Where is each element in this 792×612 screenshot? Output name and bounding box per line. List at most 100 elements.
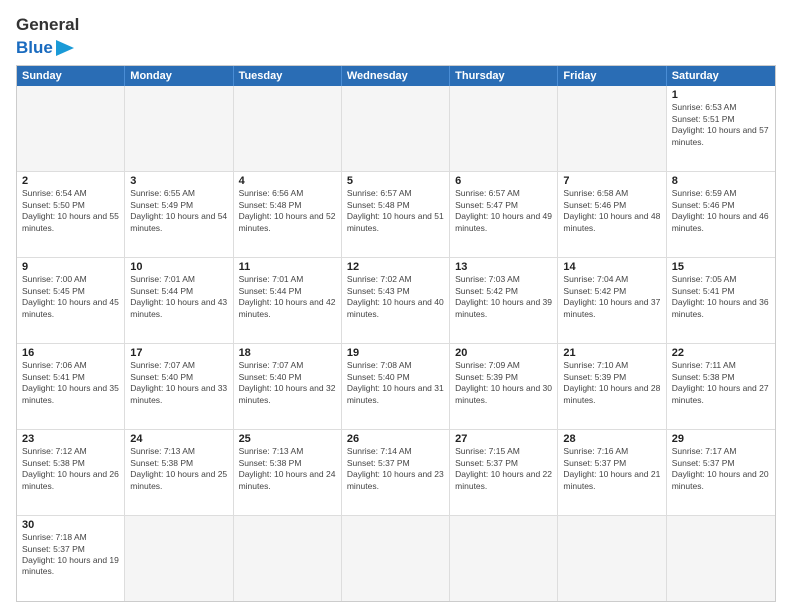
day-info: Sunrise: 7:10 AM Sunset: 5:39 PM Dayligh… bbox=[563, 360, 660, 406]
day-info: Sunrise: 7:06 AM Sunset: 5:41 PM Dayligh… bbox=[22, 360, 119, 406]
day-info: Sunrise: 6:57 AM Sunset: 5:47 PM Dayligh… bbox=[455, 188, 552, 234]
day-cell-18: 18Sunrise: 7:07 AM Sunset: 5:40 PM Dayli… bbox=[234, 344, 342, 429]
day-number: 7 bbox=[563, 175, 660, 187]
calendar-row-3: 9Sunrise: 7:00 AM Sunset: 5:45 PM Daylig… bbox=[17, 258, 775, 344]
day-number: 20 bbox=[455, 347, 552, 359]
weekday-header-friday: Friday bbox=[558, 66, 666, 86]
day-cell-29: 29Sunrise: 7:17 AM Sunset: 5:37 PM Dayli… bbox=[667, 430, 775, 515]
day-number: 11 bbox=[239, 261, 336, 273]
calendar: SundayMondayTuesdayWednesdayThursdayFrid… bbox=[16, 65, 776, 602]
logo-blue: Blue bbox=[16, 39, 53, 58]
day-info: Sunrise: 7:03 AM Sunset: 5:42 PM Dayligh… bbox=[455, 274, 552, 320]
day-number: 21 bbox=[563, 347, 660, 359]
empty-cell bbox=[17, 86, 125, 171]
day-number: 3 bbox=[130, 175, 227, 187]
day-cell-2: 2Sunrise: 6:54 AM Sunset: 5:50 PM Daylig… bbox=[17, 172, 125, 257]
day-info: Sunrise: 6:55 AM Sunset: 5:49 PM Dayligh… bbox=[130, 188, 227, 234]
day-cell-10: 10Sunrise: 7:01 AM Sunset: 5:44 PM Dayli… bbox=[125, 258, 233, 343]
day-info: Sunrise: 6:56 AM Sunset: 5:48 PM Dayligh… bbox=[239, 188, 336, 234]
empty-cell bbox=[450, 516, 558, 601]
day-info: Sunrise: 7:07 AM Sunset: 5:40 PM Dayligh… bbox=[239, 360, 336, 406]
day-info: Sunrise: 6:57 AM Sunset: 5:48 PM Dayligh… bbox=[347, 188, 444, 234]
calendar-body: 1Sunrise: 6:53 AM Sunset: 5:51 PM Daylig… bbox=[17, 86, 775, 601]
day-cell-11: 11Sunrise: 7:01 AM Sunset: 5:44 PM Dayli… bbox=[234, 258, 342, 343]
calendar-row-1: 1Sunrise: 6:53 AM Sunset: 5:51 PM Daylig… bbox=[17, 86, 775, 172]
day-number: 30 bbox=[22, 519, 119, 531]
day-number: 14 bbox=[563, 261, 660, 273]
day-info: Sunrise: 7:05 AM Sunset: 5:41 PM Dayligh… bbox=[672, 274, 770, 320]
day-number: 9 bbox=[22, 261, 119, 273]
calendar-row-2: 2Sunrise: 6:54 AM Sunset: 5:50 PM Daylig… bbox=[17, 172, 775, 258]
empty-cell bbox=[450, 86, 558, 171]
weekday-header-tuesday: Tuesday bbox=[234, 66, 342, 86]
day-number: 15 bbox=[672, 261, 770, 273]
day-number: 5 bbox=[347, 175, 444, 187]
day-info: Sunrise: 7:18 AM Sunset: 5:37 PM Dayligh… bbox=[22, 532, 119, 578]
weekday-header-monday: Monday bbox=[125, 66, 233, 86]
calendar-row-6: 30Sunrise: 7:18 AM Sunset: 5:37 PM Dayli… bbox=[17, 516, 775, 601]
day-info: Sunrise: 7:02 AM Sunset: 5:43 PM Dayligh… bbox=[347, 274, 444, 320]
day-cell-12: 12Sunrise: 7:02 AM Sunset: 5:43 PM Dayli… bbox=[342, 258, 450, 343]
day-cell-19: 19Sunrise: 7:08 AM Sunset: 5:40 PM Dayli… bbox=[342, 344, 450, 429]
empty-cell bbox=[342, 516, 450, 601]
day-cell-20: 20Sunrise: 7:09 AM Sunset: 5:39 PM Dayli… bbox=[450, 344, 558, 429]
empty-cell bbox=[125, 516, 233, 601]
day-cell-5: 5Sunrise: 6:57 AM Sunset: 5:48 PM Daylig… bbox=[342, 172, 450, 257]
day-number: 19 bbox=[347, 347, 444, 359]
day-number: 29 bbox=[672, 433, 770, 445]
day-cell-22: 22Sunrise: 7:11 AM Sunset: 5:38 PM Dayli… bbox=[667, 344, 775, 429]
day-info: Sunrise: 7:04 AM Sunset: 5:42 PM Dayligh… bbox=[563, 274, 660, 320]
day-number: 2 bbox=[22, 175, 119, 187]
day-info: Sunrise: 6:59 AM Sunset: 5:46 PM Dayligh… bbox=[672, 188, 770, 234]
calendar-row-4: 16Sunrise: 7:06 AM Sunset: 5:41 PM Dayli… bbox=[17, 344, 775, 430]
day-number: 8 bbox=[672, 175, 770, 187]
day-cell-23: 23Sunrise: 7:12 AM Sunset: 5:38 PM Dayli… bbox=[17, 430, 125, 515]
day-info: Sunrise: 7:01 AM Sunset: 5:44 PM Dayligh… bbox=[239, 274, 336, 320]
day-number: 23 bbox=[22, 433, 119, 445]
day-number: 18 bbox=[239, 347, 336, 359]
day-cell-3: 3Sunrise: 6:55 AM Sunset: 5:49 PM Daylig… bbox=[125, 172, 233, 257]
weekday-header-wednesday: Wednesday bbox=[342, 66, 450, 86]
day-number: 27 bbox=[455, 433, 552, 445]
day-number: 12 bbox=[347, 261, 444, 273]
calendar-header: SundayMondayTuesdayWednesdayThursdayFrid… bbox=[17, 66, 775, 86]
day-info: Sunrise: 7:16 AM Sunset: 5:37 PM Dayligh… bbox=[563, 446, 660, 492]
logo-general: General bbox=[16, 16, 79, 35]
day-info: Sunrise: 6:54 AM Sunset: 5:50 PM Dayligh… bbox=[22, 188, 119, 234]
weekday-header-sunday: Sunday bbox=[17, 66, 125, 86]
day-cell-25: 25Sunrise: 7:13 AM Sunset: 5:38 PM Dayli… bbox=[234, 430, 342, 515]
day-info: Sunrise: 7:13 AM Sunset: 5:38 PM Dayligh… bbox=[239, 446, 336, 492]
empty-cell bbox=[125, 86, 233, 171]
day-number: 24 bbox=[130, 433, 227, 445]
day-info: Sunrise: 7:11 AM Sunset: 5:38 PM Dayligh… bbox=[672, 360, 770, 406]
day-cell-7: 7Sunrise: 6:58 AM Sunset: 5:46 PM Daylig… bbox=[558, 172, 666, 257]
day-cell-15: 15Sunrise: 7:05 AM Sunset: 5:41 PM Dayli… bbox=[667, 258, 775, 343]
day-number: 28 bbox=[563, 433, 660, 445]
day-info: Sunrise: 7:01 AM Sunset: 5:44 PM Dayligh… bbox=[130, 274, 227, 320]
day-cell-16: 16Sunrise: 7:06 AM Sunset: 5:41 PM Dayli… bbox=[17, 344, 125, 429]
day-cell-17: 17Sunrise: 7:07 AM Sunset: 5:40 PM Dayli… bbox=[125, 344, 233, 429]
page-header: General Blue bbox=[16, 16, 776, 57]
calendar-row-5: 23Sunrise: 7:12 AM Sunset: 5:38 PM Dayli… bbox=[17, 430, 775, 516]
day-cell-13: 13Sunrise: 7:03 AM Sunset: 5:42 PM Dayli… bbox=[450, 258, 558, 343]
day-cell-14: 14Sunrise: 7:04 AM Sunset: 5:42 PM Dayli… bbox=[558, 258, 666, 343]
day-number: 13 bbox=[455, 261, 552, 273]
day-number: 22 bbox=[672, 347, 770, 359]
day-cell-27: 27Sunrise: 7:15 AM Sunset: 5:37 PM Dayli… bbox=[450, 430, 558, 515]
empty-cell bbox=[342, 86, 450, 171]
logo: General Blue bbox=[16, 16, 79, 57]
empty-cell bbox=[558, 86, 666, 171]
logo-triangle-icon bbox=[56, 40, 74, 56]
day-number: 16 bbox=[22, 347, 119, 359]
empty-cell bbox=[667, 516, 775, 601]
day-number: 26 bbox=[347, 433, 444, 445]
day-cell-1: 1Sunrise: 6:53 AM Sunset: 5:51 PM Daylig… bbox=[667, 86, 775, 171]
day-number: 1 bbox=[672, 89, 770, 101]
day-cell-24: 24Sunrise: 7:13 AM Sunset: 5:38 PM Dayli… bbox=[125, 430, 233, 515]
empty-cell bbox=[558, 516, 666, 601]
day-number: 25 bbox=[239, 433, 336, 445]
day-cell-9: 9Sunrise: 7:00 AM Sunset: 5:45 PM Daylig… bbox=[17, 258, 125, 343]
day-number: 10 bbox=[130, 261, 227, 273]
day-info: Sunrise: 6:58 AM Sunset: 5:46 PM Dayligh… bbox=[563, 188, 660, 234]
day-cell-4: 4Sunrise: 6:56 AM Sunset: 5:48 PM Daylig… bbox=[234, 172, 342, 257]
